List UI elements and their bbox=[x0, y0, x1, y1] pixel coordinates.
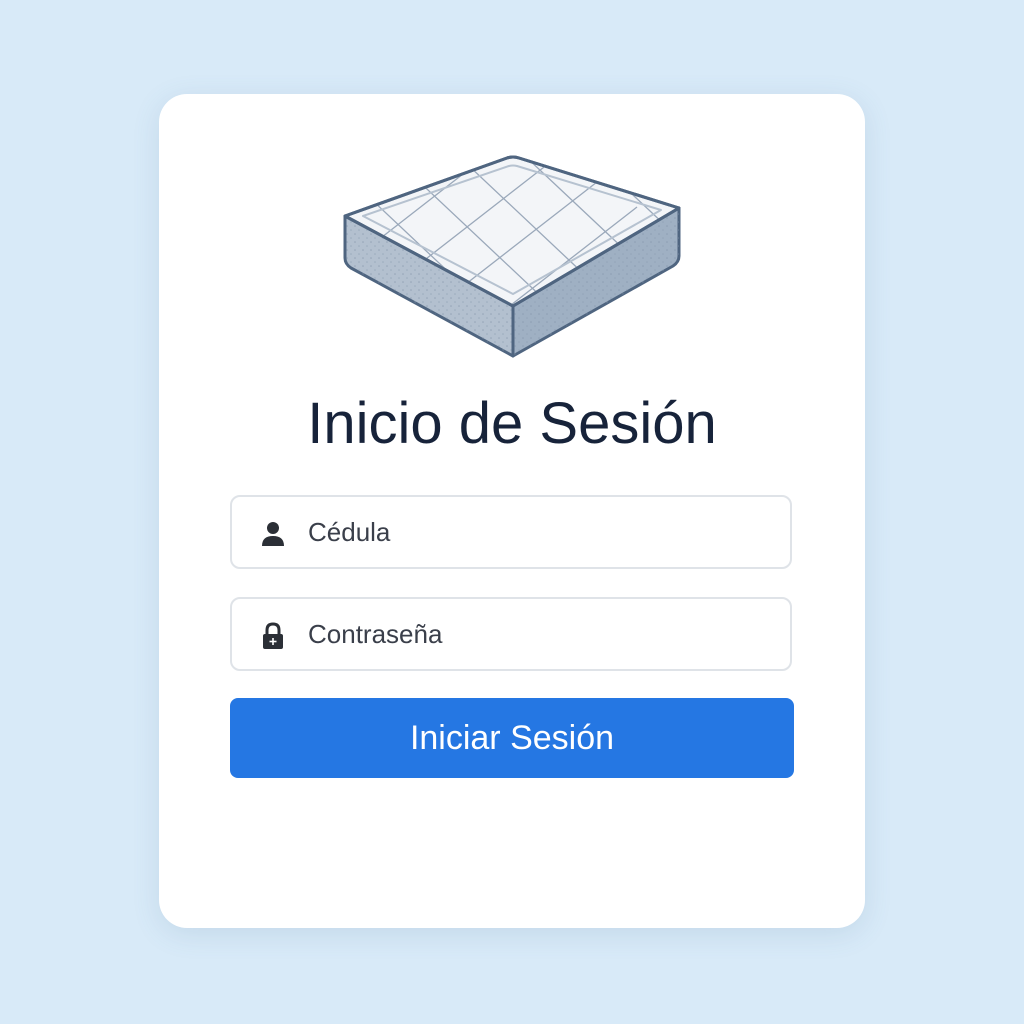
mattress-icon bbox=[343, 155, 681, 358]
cedula-field[interactable] bbox=[230, 495, 792, 569]
page-title: Inicio de Sesión bbox=[307, 391, 717, 456]
password-input[interactable] bbox=[308, 599, 778, 669]
password-field[interactable] bbox=[230, 597, 792, 671]
login-button[interactable]: Iniciar Sesión bbox=[230, 698, 794, 778]
user-icon bbox=[262, 522, 284, 546]
login-card: Inicio de Sesión Iniciar Sesión bbox=[159, 94, 865, 928]
lock-icon bbox=[263, 622, 283, 649]
cedula-input[interactable] bbox=[308, 497, 778, 567]
